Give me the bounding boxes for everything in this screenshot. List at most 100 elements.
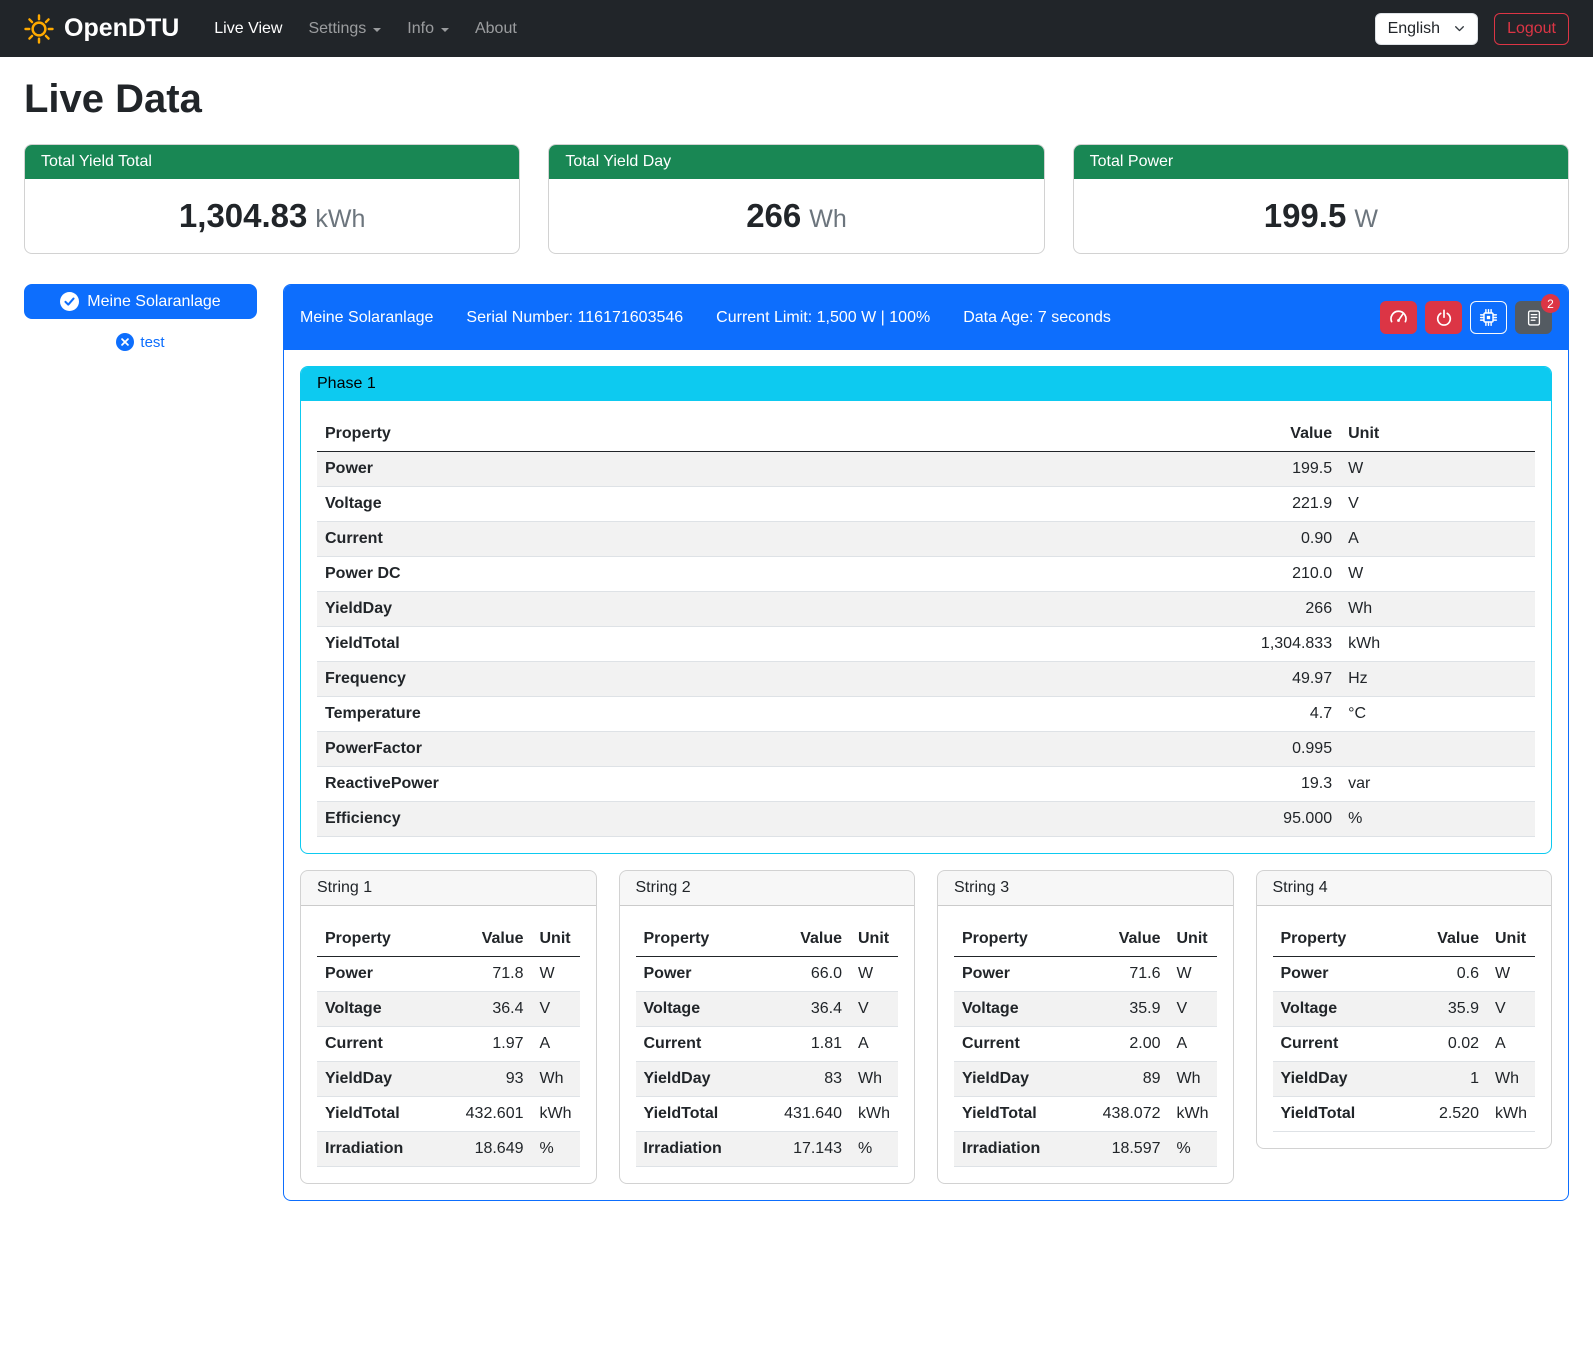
inverter-item-test[interactable]: test (24, 333, 257, 351)
table-body: Power71.8WVoltage36.4VCurrent1.97AYieldD… (317, 957, 580, 1167)
inverter-actions: 2 (1380, 301, 1552, 334)
property-cell: YieldDay (317, 592, 1145, 627)
summary-value: 266 (746, 197, 801, 234)
summary-card-title: Total Power (1074, 145, 1568, 179)
nav-item-settings[interactable]: Settings (295, 12, 394, 46)
summary-card-body: 199.5W (1074, 179, 1568, 253)
unit-cell: Wh (1169, 1062, 1217, 1097)
table-header-row: PropertyValueUnit (317, 922, 580, 957)
property-cell: Power (317, 957, 443, 992)
brand[interactable]: OpenDTU (24, 14, 179, 44)
event-log-button[interactable]: 2 (1515, 301, 1552, 334)
cpu-chip-icon (1479, 308, 1498, 327)
value-cell: 93 (443, 1062, 532, 1097)
value-cell: 18.597 (1080, 1132, 1169, 1167)
table-row: Temperature4.7°C (317, 697, 1535, 732)
table-head: PropertyValueUnit (636, 922, 899, 957)
table-row: Current0.90A (317, 522, 1535, 557)
inverter-panel-body: Phase 1 PropertyValueUnitPower199.5WVolt… (284, 350, 1568, 1200)
select-chevron-icon (1454, 23, 1465, 34)
logout-button[interactable]: Logout (1494, 13, 1569, 45)
column-header: Value (1080, 922, 1169, 957)
column-header: Property (317, 922, 443, 957)
table-row: Current1.97A (317, 1027, 580, 1062)
unit-cell: A (1169, 1027, 1217, 1062)
phase-card-title: Phase 1 (301, 367, 1551, 401)
property-cell: Current (317, 1027, 443, 1062)
device-info-button[interactable] (1470, 301, 1507, 334)
unit-cell: A (850, 1027, 898, 1062)
unit-cell: W (1340, 452, 1535, 487)
property-cell: YieldTotal (317, 627, 1145, 662)
language-select[interactable]: English (1375, 13, 1478, 45)
check-circle-icon (60, 292, 79, 311)
phase-card: Phase 1 PropertyValueUnitPower199.5WVolt… (300, 366, 1552, 854)
value-cell: 1,304.833 (1145, 627, 1340, 662)
table-body: Power0.6WVoltage35.9VCurrent0.02AYieldDa… (1273, 957, 1536, 1132)
value-cell: 432.601 (443, 1097, 532, 1132)
value-cell: 0.02 (1399, 1027, 1488, 1062)
value-cell: 36.4 (762, 992, 851, 1027)
value-cell: 95.000 (1145, 802, 1340, 837)
unit-cell: V (1340, 487, 1535, 522)
inverter-button-active[interactable]: Meine Solaranlage (24, 284, 257, 319)
table-row: Current0.02A (1273, 1027, 1536, 1062)
value-cell: 266 (1145, 592, 1340, 627)
property-cell: Voltage (636, 992, 762, 1027)
value-cell: 4.7 (1145, 697, 1340, 732)
value-cell: 35.9 (1399, 992, 1488, 1027)
table-row: YieldTotal1,304.833kWh (317, 627, 1535, 662)
string-card-title: String 2 (620, 871, 915, 906)
property-cell: YieldTotal (1273, 1097, 1399, 1132)
table-row: ReactivePower19.3var (317, 767, 1535, 802)
limit-settings-button[interactable] (1380, 301, 1417, 334)
summary-cards: Total Yield Total 1,304.83kWh Total Yiel… (24, 144, 1569, 254)
table-row: Voltage36.4V (317, 992, 580, 1027)
inverter-item-label: test (140, 334, 164, 351)
strings-grid: String 1PropertyValueUnitPower71.8WVolta… (300, 870, 1552, 1184)
table-row: Current2.00A (954, 1027, 1217, 1062)
string-card-1: String 1PropertyValueUnitPower71.8WVolta… (300, 870, 597, 1184)
unit-cell: W (1487, 957, 1535, 992)
unit-cell: % (1169, 1132, 1217, 1167)
column-header: Property (954, 922, 1080, 957)
table-head: PropertyValueUnit (954, 922, 1217, 957)
nav-item-label: Settings (308, 20, 366, 38)
property-cell: Irradiation (636, 1132, 762, 1167)
property-cell: Irradiation (954, 1132, 1080, 1167)
nav-item-label: About (475, 20, 517, 38)
column-header: Value (762, 922, 851, 957)
power-switch-button[interactable] (1425, 301, 1462, 334)
nav-item-about[interactable]: About (462, 12, 530, 46)
nav-item-live-view[interactable]: Live View (201, 12, 295, 46)
string-card-2: String 2PropertyValueUnitPower66.0WVolta… (619, 870, 916, 1184)
table-head: PropertyValueUnit (1273, 922, 1536, 957)
table-row: Power71.6W (954, 957, 1217, 992)
value-cell: 71.6 (1080, 957, 1169, 992)
value-cell: 0.995 (1145, 732, 1340, 767)
nav-item-info[interactable]: Info (394, 12, 462, 46)
property-cell: Current (954, 1027, 1080, 1062)
value-cell: 83 (762, 1062, 851, 1097)
property-cell: Voltage (1273, 992, 1399, 1027)
table-head: PropertyValueUnit (317, 922, 580, 957)
table-row: Voltage36.4V (636, 992, 899, 1027)
table-head: PropertyValueUnit (317, 417, 1535, 452)
value-cell: 18.649 (443, 1132, 532, 1167)
unit-cell: A (1487, 1027, 1535, 1062)
inverter-current-limit: Current Limit: 1,500 W | 100% (716, 309, 930, 327)
property-cell: Power (317, 452, 1145, 487)
unit-cell: Wh (1487, 1062, 1535, 1097)
value-cell: 1 (1399, 1062, 1488, 1097)
table-body: Power199.5WVoltage221.9VCurrent0.90APowe… (317, 452, 1535, 837)
value-cell: 0.90 (1145, 522, 1340, 557)
column-header: Unit (1340, 417, 1535, 452)
table-row: Voltage221.9V (317, 487, 1535, 522)
table-row: YieldDay89Wh (954, 1062, 1217, 1097)
chevron-down-icon (441, 28, 449, 32)
property-cell: YieldDay (636, 1062, 762, 1097)
data-table: PropertyValueUnitPower0.6WVoltage35.9VCu… (1273, 922, 1536, 1132)
summary-value: 199.5 (1264, 197, 1347, 234)
value-cell: 2.00 (1080, 1027, 1169, 1062)
navbar: OpenDTU Live View Settings Info About En… (0, 0, 1593, 57)
